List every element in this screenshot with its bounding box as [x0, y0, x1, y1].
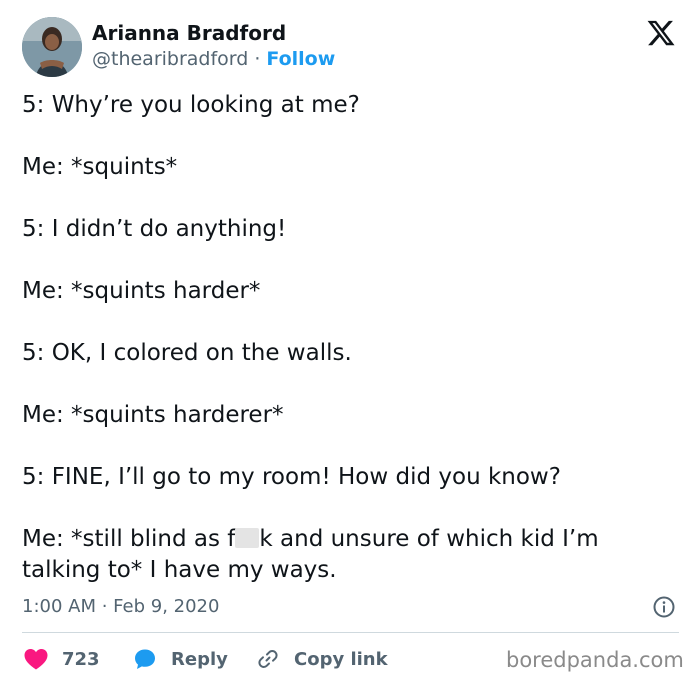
copy-link-button[interactable]: Copy link: [256, 646, 388, 672]
like-count: 723: [62, 648, 100, 670]
tweet-card: Arianna Bradford @thearibradford · Follow …: [0, 0, 700, 686]
author-handle[interactable]: @thearibradford: [92, 48, 248, 70]
author-handle-row: @thearibradford · Follow: [92, 48, 335, 70]
avatar[interactable]: [22, 17, 82, 77]
reply-button[interactable]: Reply: [133, 646, 228, 672]
info-icon[interactable]: [652, 595, 676, 619]
tweet-text: 5: Why’re you looking at me? Me: *squint…: [22, 90, 682, 586]
tweet-line: Me: *squints harder*: [22, 278, 261, 304]
tweet-line: 5: OK, I colored on the walls.: [22, 340, 352, 366]
tweet-line-last: Me: *still blind as fk and unsure of whi…: [22, 524, 682, 586]
tweet-line: 5: Why’re you looking at me?: [22, 92, 360, 118]
reply-label: Reply: [171, 648, 228, 670]
tweet-text-part: Me: *still blind as f: [22, 526, 236, 552]
tweet-line: Me: *squints harderer*: [22, 402, 284, 428]
censor-blur: [235, 528, 260, 548]
link-icon: [258, 650, 278, 668]
divider: [22, 632, 679, 633]
x-logo-icon[interactable]: [645, 18, 677, 48]
tweet-line: Me: *squints*: [22, 154, 178, 180]
follow-button[interactable]: Follow: [266, 48, 335, 70]
copy-link-label: Copy link: [294, 648, 388, 670]
watermark: boredpanda.com: [506, 648, 684, 672]
tweet-timestamp[interactable]: 1:00 AM · Feb 9, 2020: [22, 596, 219, 617]
avatar-image: [22, 17, 82, 77]
reply-bubble-icon: [135, 649, 155, 669]
tweet-line: 5: FINE, I’ll go to my room! How did you…: [22, 464, 561, 490]
heart-icon: [24, 649, 48, 670]
separator-dot: ·: [254, 48, 261, 70]
author-name[interactable]: Arianna Bradford: [92, 21, 286, 45]
like-button[interactable]: 723: [24, 646, 100, 672]
tweet-line: 5: I didn’t do anything!: [22, 216, 287, 242]
